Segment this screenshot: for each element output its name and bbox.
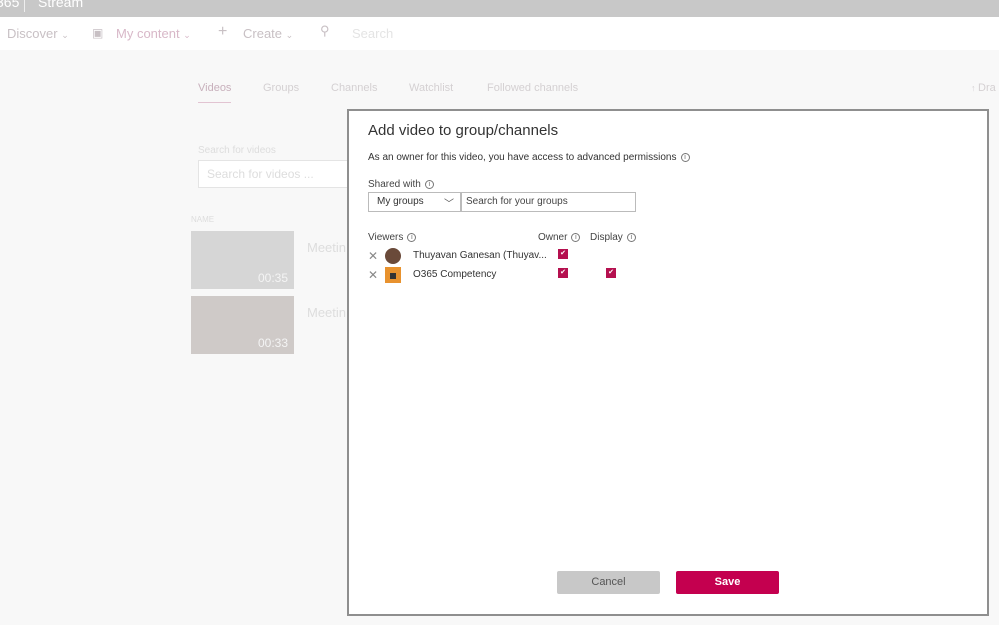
shared-with-dropdown[interactable]: My groups ﹀ bbox=[368, 192, 461, 212]
info-icon[interactable]: i bbox=[626, 233, 636, 242]
nav-discover-label: Discover bbox=[7, 26, 58, 41]
video-search-input[interactable]: Search for videos ... bbox=[198, 160, 358, 188]
shared-with-value: My groups bbox=[377, 196, 424, 207]
search-icon: ⚲ bbox=[320, 23, 330, 38]
upload-action[interactable]: ↑ Dra bbox=[971, 82, 996, 94]
nav-create[interactable]: Create ⌄ bbox=[243, 26, 293, 41]
remove-icon[interactable]: ✕ bbox=[368, 268, 378, 282]
brand-name[interactable]: Stream bbox=[38, 0, 83, 10]
save-button[interactable]: Save bbox=[676, 571, 779, 594]
plus-icon: + bbox=[218, 23, 228, 40]
nav-search-input[interactable]: Search bbox=[352, 26, 393, 41]
dialog-description: As an owner for this video, you have acc… bbox=[368, 152, 690, 163]
description-text: As an owner for this video, you have acc… bbox=[368, 152, 677, 163]
viewers-text: Viewers bbox=[368, 232, 404, 243]
divider bbox=[24, 0, 25, 12]
chevron-down-icon: ⌄ bbox=[61, 30, 69, 40]
user-avatar bbox=[385, 248, 401, 264]
tab-watchlist[interactable]: Watchlist bbox=[409, 82, 453, 94]
group-search-input[interactable]: Search for your groups bbox=[461, 192, 636, 212]
display-text: Display bbox=[590, 232, 623, 243]
video-thumbnail[interactable]: 00:35 bbox=[191, 231, 294, 289]
shared-with-text: Shared with bbox=[368, 179, 421, 190]
viewer-name: O365 Competency bbox=[413, 269, 497, 280]
video-title[interactable]: Meetin bbox=[307, 305, 346, 320]
tab-channels[interactable]: Channels bbox=[331, 82, 377, 94]
cancel-button[interactable]: Cancel bbox=[557, 571, 660, 594]
video-thumbnail[interactable]: 00:33 bbox=[191, 296, 294, 354]
video-duration: 00:35 bbox=[257, 271, 288, 285]
display-checkbox[interactable]: ✔ bbox=[606, 268, 616, 278]
dialog-title: Add video to group/channels bbox=[368, 122, 559, 139]
video-icon: ▣ bbox=[92, 26, 104, 40]
nav-my-content-label: My content bbox=[116, 26, 180, 41]
info-icon[interactable]: i bbox=[680, 153, 690, 162]
column-header-name[interactable]: NAME bbox=[191, 215, 214, 224]
tab-groups[interactable]: Groups bbox=[263, 82, 299, 94]
viewer-row: ✕ O365 Competency bbox=[368, 267, 668, 283]
video-search-label: Search for videos bbox=[198, 145, 276, 156]
info-icon[interactable]: i bbox=[571, 233, 581, 242]
info-icon[interactable]: i bbox=[407, 233, 417, 242]
owner-checkbox[interactable]: ✔ bbox=[558, 249, 568, 259]
owner-checkbox[interactable]: ✔ bbox=[558, 268, 568, 278]
video-duration: 00:33 bbox=[257, 336, 288, 350]
owner-column-label: Owner i bbox=[538, 232, 581, 243]
tab-videos[interactable]: Videos bbox=[198, 82, 232, 103]
owner-text: Owner bbox=[538, 232, 568, 243]
add-to-group-dialog: Add video to group/channels As an owner … bbox=[347, 109, 989, 616]
nav-bar: Discover ⌄ ▣ My content ⌄ + Create ⌄ ⚲ S… bbox=[0, 17, 999, 50]
display-column-label: Display i bbox=[590, 232, 636, 243]
viewer-name: Thuyavan Ganesan (Thuyav... bbox=[413, 250, 547, 261]
app-header: 365 Stream bbox=[0, 0, 999, 17]
nav-my-content[interactable]: My content ⌄ bbox=[116, 26, 191, 41]
group-lock-icon bbox=[385, 267, 401, 283]
remove-icon[interactable]: ✕ bbox=[368, 249, 378, 263]
nav-discover[interactable]: Discover ⌄ bbox=[7, 26, 69, 41]
info-icon[interactable]: i bbox=[424, 180, 434, 189]
app-launcher-label[interactable]: 365 bbox=[0, 0, 19, 10]
viewer-row: ✕ Thuyavan Ganesan (Thuyav... bbox=[368, 248, 668, 264]
chevron-down-icon: ﹀ bbox=[444, 199, 454, 210]
shared-with-label: Shared with i bbox=[368, 179, 434, 190]
chevron-down-icon: ⌄ bbox=[183, 30, 191, 40]
viewers-label: Viewers i bbox=[368, 232, 417, 243]
upload-action-label: Dra bbox=[978, 82, 996, 94]
video-title[interactable]: Meetin bbox=[307, 240, 346, 255]
tab-followed-channels[interactable]: Followed channels bbox=[487, 82, 578, 94]
nav-create-label: Create bbox=[243, 26, 283, 41]
chevron-down-icon: ⌄ bbox=[285, 30, 294, 40]
